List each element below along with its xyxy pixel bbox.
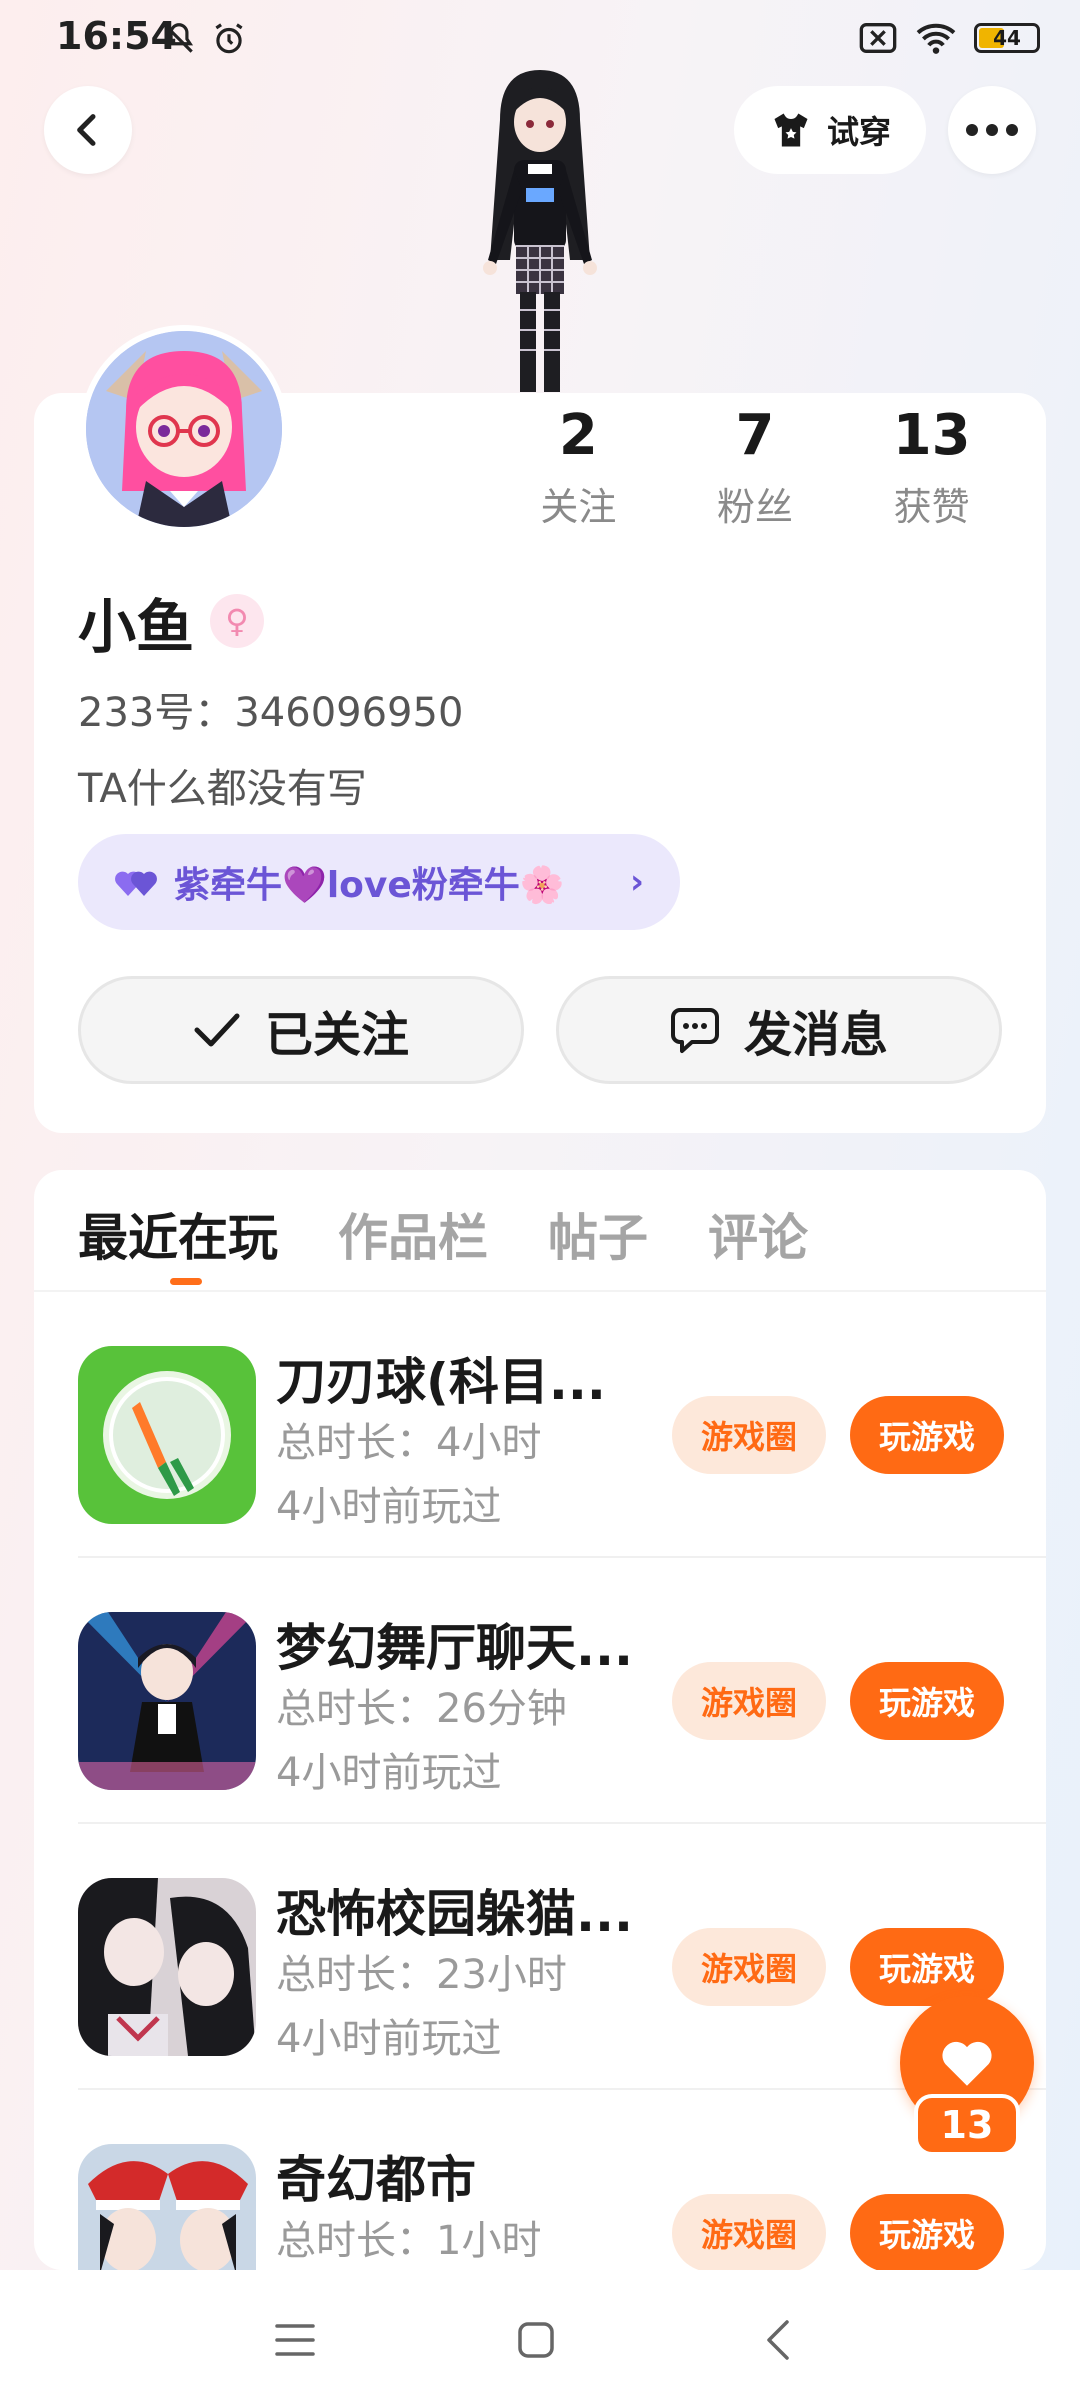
game-circle-button[interactable]: 游戏圈 <box>672 1928 826 2006</box>
status-icons-left <box>160 20 248 58</box>
game-duration: 总时长：1小时 <box>276 2218 542 2264</box>
follow-button[interactable]: 已关注 <box>78 976 524 1084</box>
avatar[interactable] <box>80 325 288 533</box>
game-icon[interactable] <box>78 1612 256 1790</box>
tab-works[interactable]: 作品栏 <box>338 1198 488 1270</box>
play-game-button[interactable]: 玩游戏 <box>850 2194 1004 2270</box>
profile-tabs: 最近在玩 作品栏 帖子 评论 <box>78 1198 808 1270</box>
more-dots-icon <box>966 124 1018 136</box>
double-heart-icon <box>115 871 157 896</box>
heart-icon <box>942 2041 992 2086</box>
avatar-figure[interactable] <box>440 60 640 400</box>
chevron-left-icon <box>77 114 96 146</box>
game-circle-button[interactable]: 游戏圈 <box>672 1396 826 1474</box>
stat-likes-value: 13 <box>892 403 971 468</box>
chevron-right-icon: › <box>629 862 644 902</box>
alarm-icon <box>215 23 243 54</box>
check-icon <box>194 1013 240 1047</box>
stat-fans-label: 粉丝 <box>717 485 794 529</box>
battery-icon: 44 <box>974 23 1040 53</box>
message-label: 发消息 <box>743 1007 888 1063</box>
games-card: 最近在玩 作品栏 帖子 评论 刀刃球(科目... 总时长：4小时 4小时前玩过 … <box>34 1170 1046 2270</box>
stat-likes[interactable]: 13 获赞 <box>843 400 1020 531</box>
tab-posts[interactable]: 帖子 <box>548 1198 648 1270</box>
game-icon[interactable] <box>78 1878 256 2056</box>
tryon-button[interactable]: 试穿 <box>734 86 926 174</box>
sim-off-icon <box>859 23 897 53</box>
game-duration: 总时长：4小时 <box>276 1420 542 1466</box>
game-name: 刀刃球(科目... <box>276 1353 606 1411</box>
profile-tag[interactable]: 紫牵牛💜love粉牵牛🌸 › <box>78 834 680 930</box>
stat-fans-value: 7 <box>735 403 775 468</box>
game-image <box>78 1878 256 2056</box>
battery-level: 44 <box>993 26 1021 50</box>
play-game-button[interactable]: 玩游戏 <box>850 1396 1004 1474</box>
more-button[interactable] <box>948 86 1036 174</box>
stat-following-value: 2 <box>558 403 598 468</box>
username: 小鱼 <box>78 593 195 661</box>
game-name: 梦幻舞厅聊天... <box>276 1619 633 1677</box>
stat-fans[interactable]: 7 粉丝 <box>667 400 844 531</box>
nav-home-button[interactable] <box>506 2310 566 2370</box>
status-icons-right: 44 <box>858 20 1040 56</box>
game-circle-button[interactable]: 游戏圈 <box>672 2194 826 2270</box>
profile-stats: 2 关注 7 粉丝 13 获赞 <box>490 400 1020 531</box>
game-row[interactable]: 奇幻都市 总时长：1小时 游戏圈 玩游戏 <box>34 2090 1046 2270</box>
home-square-icon <box>518 2322 554 2358</box>
back-triangle-icon <box>767 2320 789 2360</box>
back-button[interactable] <box>44 86 132 174</box>
profile-tag-label: 紫牵牛💜love粉牵牛🌸 <box>174 865 565 906</box>
wifi-icon <box>916 23 956 54</box>
menu-icon <box>275 2324 315 2356</box>
game-image <box>78 1346 256 1524</box>
tab-indicator <box>170 1278 202 1285</box>
tryon-label: 试穿 <box>826 113 891 151</box>
user-bio: TA什么都没有写 <box>78 766 367 812</box>
game-last-played: 4小时前玩过 <box>276 1750 502 1796</box>
game-row[interactable]: 刀刃球(科目... 总时长：4小时 4小时前玩过 游戏圈 玩游戏 <box>34 1292 1046 1558</box>
game-circle-button[interactable]: 游戏圈 <box>672 1662 826 1740</box>
nav-menu-button[interactable] <box>265 2310 325 2370</box>
stat-following[interactable]: 2 关注 <box>490 400 667 531</box>
game-row[interactable]: 恐怖校园躲猫... 总时长：23小时 4小时前玩过 游戏圈 玩游戏 <box>34 1824 1046 2090</box>
game-duration: 总时长：26分钟 <box>276 1686 567 1732</box>
mute-icon <box>164 23 194 53</box>
game-last-played: 4小时前玩过 <box>276 2016 502 2062</box>
tshirt-icon <box>774 113 808 147</box>
gender-female-icon: ♀ <box>210 594 264 648</box>
play-game-button[interactable]: 玩游戏 <box>850 1928 1004 2006</box>
game-image <box>78 2144 256 2270</box>
status-time: 16:54 <box>56 14 177 58</box>
game-icon[interactable] <box>78 2144 256 2270</box>
game-duration: 总时长：23小时 <box>276 1952 567 1998</box>
stat-likes-label: 获赞 <box>893 485 970 529</box>
game-name: 恐怖校园躲猫... <box>276 1885 633 1943</box>
play-game-button[interactable]: 玩游戏 <box>850 1662 1004 1740</box>
tab-recently-played[interactable]: 最近在玩 <box>78 1198 278 1270</box>
game-last-played: 4小时前玩过 <box>276 1484 502 1530</box>
chat-bubble-icon <box>670 1008 719 1053</box>
game-image <box>78 1612 256 1790</box>
stat-following-label: 关注 <box>540 485 617 529</box>
system-nav-bar <box>0 2270 1080 2400</box>
message-button[interactable]: 发消息 <box>556 976 1002 1084</box>
avatar-image <box>86 331 282 527</box>
nav-back-button[interactable] <box>748 2310 808 2370</box>
user-id[interactable]: 233号：346096950 <box>78 680 463 738</box>
tab-comments[interactable]: 评论 <box>708 1198 808 1270</box>
game-name: 奇幻都市 <box>276 2151 476 2209</box>
game-row[interactable]: 梦幻舞厅聊天... 总时长：26分钟 4小时前玩过 游戏圈 玩游戏 <box>34 1558 1046 1824</box>
game-icon[interactable] <box>78 1346 256 1524</box>
follow-label: 已关注 <box>264 1007 409 1063</box>
like-count-badge: 13 <box>914 2094 1020 2156</box>
